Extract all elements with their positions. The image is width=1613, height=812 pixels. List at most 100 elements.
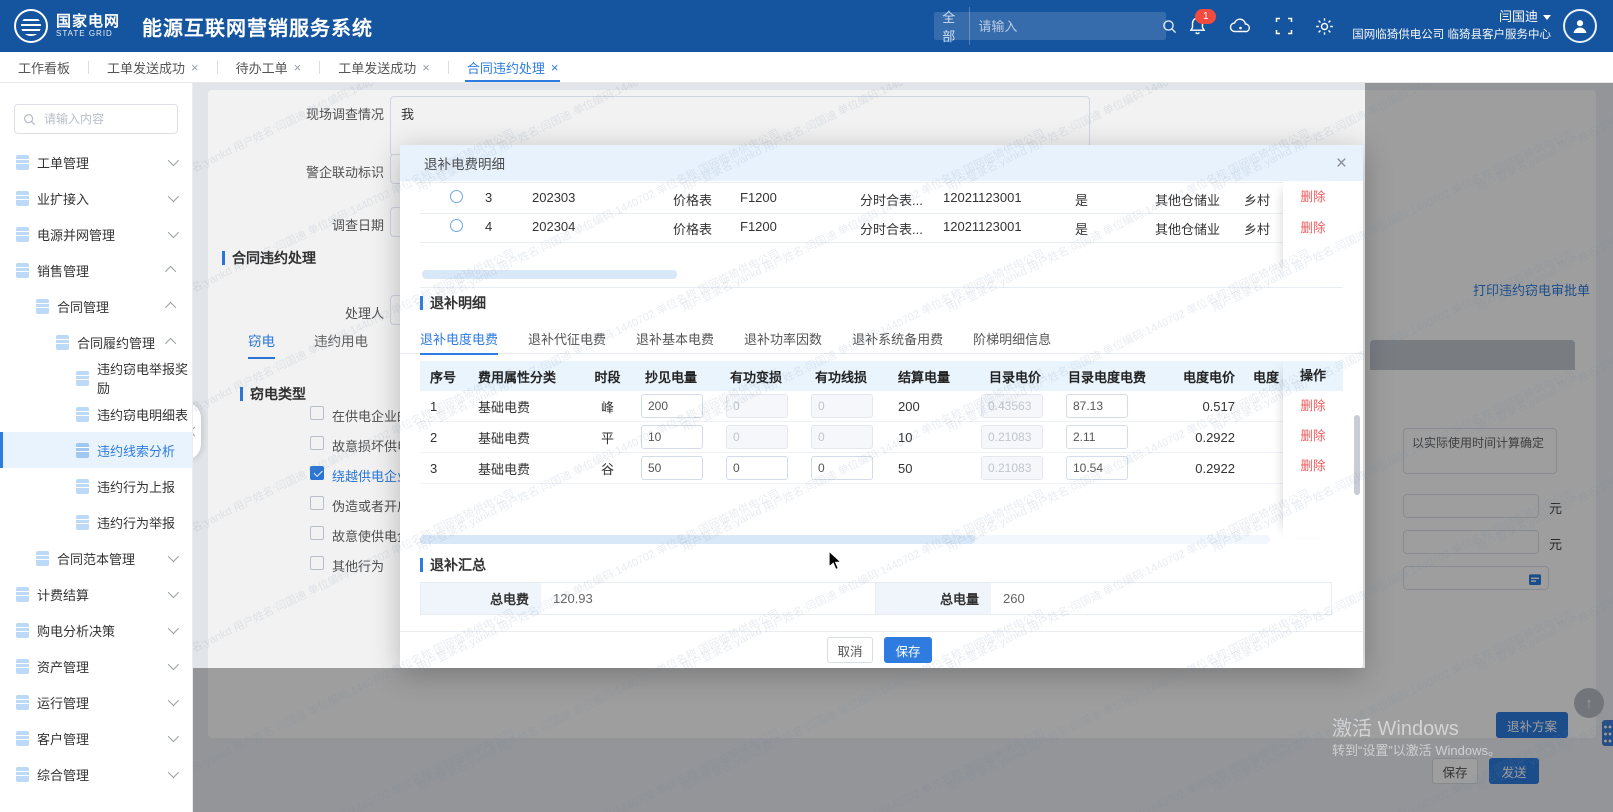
refund-list-table: 3 202303 价格表 F1200 分时合表... 12021123001 是… xyxy=(420,182,1343,288)
line-loss-input[interactable] xyxy=(811,456,873,480)
document-icon xyxy=(16,731,29,746)
modal-save-button[interactable]: 保存 xyxy=(884,637,932,663)
delete-row-link[interactable]: 删除 xyxy=(1283,182,1343,213)
cat-fee-input[interactable] xyxy=(1066,425,1128,449)
fullscreen-icon[interactable] xyxy=(1275,17,1293,35)
cloud-icon[interactable] xyxy=(1229,17,1253,35)
cat-price-input[interactable] xyxy=(981,394,1043,418)
cat-fee-input[interactable] xyxy=(1066,456,1128,480)
tab-work-board[interactable]: 工作看板 xyxy=(8,52,80,82)
cat-price-input[interactable] xyxy=(981,456,1043,480)
line-loss-input[interactable] xyxy=(811,425,873,449)
sidebar-item-grid-connection[interactable]: 电源并网管理 xyxy=(0,216,192,252)
cell-seq: 3 xyxy=(420,461,470,476)
tab-todo-orders[interactable]: 待办工单 × xyxy=(226,52,312,82)
delete-row-link[interactable]: 删除 xyxy=(1283,421,1343,451)
settings-gear-icon[interactable] xyxy=(1315,17,1334,36)
reading-input[interactable] xyxy=(641,394,703,418)
chevron-up-icon xyxy=(165,302,176,313)
tab-order-sent-1[interactable]: 工单发送成功 × xyxy=(97,52,209,82)
header-period: 时段 xyxy=(580,367,635,386)
document-icon xyxy=(16,695,29,710)
tab-power-factor[interactable]: 退补功率因数 xyxy=(744,323,822,354)
tab-collection-fee[interactable]: 退补代征电费 xyxy=(528,323,606,354)
document-icon xyxy=(36,299,49,314)
sidebar-item-operation-management[interactable]: 运行管理 xyxy=(0,684,192,720)
fixed-action-column: 删除 删除 xyxy=(1283,182,1343,280)
header-cat-price: 目录电价 xyxy=(975,367,1060,386)
sidebar-item-business-expansion[interactable]: 业扩接入 xyxy=(0,180,192,216)
close-icon[interactable]: × xyxy=(551,60,559,75)
sidebar-item-clue-analysis[interactable]: 违约线索分析 xyxy=(0,432,192,468)
tab-system-reserve-fee[interactable]: 退补系统备用费 xyxy=(852,323,943,354)
horizontal-scrollbar[interactable] xyxy=(420,535,975,544)
horizontal-scrollbar[interactable] xyxy=(422,270,677,279)
close-icon[interactable]: × xyxy=(1336,154,1347,173)
caret-down-icon xyxy=(1543,15,1551,20)
tab-contract-breach[interactable]: 合同违约处理 × xyxy=(457,52,569,82)
cat-price-input[interactable] xyxy=(981,425,1043,449)
search-scope-select[interactable]: 全部 xyxy=(934,7,970,45)
trans-loss-input[interactable] xyxy=(726,394,788,418)
sidebar-item-work-orders[interactable]: 工单管理 xyxy=(0,144,192,180)
tab-label: 工作看板 xyxy=(18,58,70,77)
avatar[interactable] xyxy=(1563,9,1597,43)
search-icon[interactable] xyxy=(1162,19,1177,34)
chevron-down-icon xyxy=(168,227,179,238)
section-bar xyxy=(420,558,423,572)
reading-input[interactable] xyxy=(641,425,703,449)
cat-fee-input[interactable] xyxy=(1066,394,1128,418)
sidebar-item-breach-report[interactable]: 违约行为上报 xyxy=(0,468,192,504)
cell-unit-price: 0.517 xyxy=(1155,399,1245,414)
modal-cancel-button[interactable]: 取消 xyxy=(827,637,873,663)
sidebar-item-label: 运行管理 xyxy=(37,693,89,712)
windows-activation-subtitle: 转到“设置”以激活 Windows。 xyxy=(1332,740,1501,759)
cell-category: 基础电费 xyxy=(470,459,580,478)
tab-tier-detail[interactable]: 阶梯明细信息 xyxy=(973,323,1051,354)
document-icon xyxy=(76,371,89,386)
vertical-scrollbar[interactable] xyxy=(1354,415,1360,495)
delete-row-link[interactable]: 删除 xyxy=(1283,451,1343,481)
reading-input[interactable] xyxy=(641,456,703,480)
radio-button[interactable] xyxy=(450,219,463,232)
trans-loss-input[interactable] xyxy=(726,425,788,449)
modal-footer-divider xyxy=(400,631,1363,632)
sidebar-item-report-reward[interactable]: 违约窃电举报奖励 xyxy=(0,360,192,396)
tab-basic-fee[interactable]: 退补基本电费 xyxy=(636,323,714,354)
delete-row-link[interactable]: 删除 xyxy=(1283,213,1343,243)
sidebar-item-contract-management[interactable]: 合同管理 xyxy=(0,288,192,324)
tab-energy-fee[interactable]: 退补电度电费 xyxy=(420,323,498,354)
trans-loss-input[interactable] xyxy=(726,456,788,480)
close-icon[interactable]: × xyxy=(422,60,430,75)
global-search: 全部 xyxy=(934,12,1166,40)
close-icon[interactable]: × xyxy=(294,60,302,75)
sidebar-item-purchase-analysis[interactable]: 购电分析决策 xyxy=(0,612,192,648)
header-seq: 序号 xyxy=(420,367,470,386)
sidebar-item-steal-detail-table[interactable]: 违约窃电明细表 xyxy=(0,396,192,432)
cell-meter: 分时合表... xyxy=(860,190,923,209)
sidebar-item-asset-management[interactable]: 资产管理 xyxy=(0,648,192,684)
cell-month: 202303 xyxy=(532,190,575,205)
sidebar-item-contract-template[interactable]: 合同范本管理 xyxy=(0,540,192,576)
user-menu[interactable]: 闫国迪 xyxy=(1352,9,1551,26)
document-icon xyxy=(16,659,29,674)
sidebar-item-general-management[interactable]: 综合管理 xyxy=(0,756,192,792)
radio-button[interactable] xyxy=(450,190,463,203)
document-icon xyxy=(36,551,49,566)
sidebar-item-label: 销售管理 xyxy=(37,261,89,280)
sidebar-search-input[interactable] xyxy=(42,111,166,127)
close-icon[interactable]: × xyxy=(191,60,199,75)
sidebar-item-customer-management[interactable]: 客户管理 xyxy=(0,720,192,756)
notification-bell-icon[interactable]: 1 xyxy=(1188,16,1207,36)
search-input[interactable] xyxy=(970,19,1162,34)
tab-order-sent-2[interactable]: 工单发送成功 × xyxy=(328,52,440,82)
sidebar: 工单管理 业扩接入 电源并网管理 销售管理 合同管理 合同履约管理 违约窃电举报… xyxy=(0,82,193,812)
sidebar-item-breach-tipoff[interactable]: 违约行为举报 xyxy=(0,504,192,540)
line-loss-input[interactable] xyxy=(811,394,873,418)
sidebar-item-contract-performance[interactable]: 合同履约管理 xyxy=(0,324,192,360)
header-category: 费用属性分类 xyxy=(470,367,580,386)
sidebar-item-billing[interactable]: 计费结算 xyxy=(0,576,192,612)
delete-row-link[interactable]: 删除 xyxy=(1283,391,1343,421)
sidebar-item-label: 工单管理 xyxy=(37,153,89,172)
sidebar-item-sales-management[interactable]: 销售管理 xyxy=(0,252,192,288)
